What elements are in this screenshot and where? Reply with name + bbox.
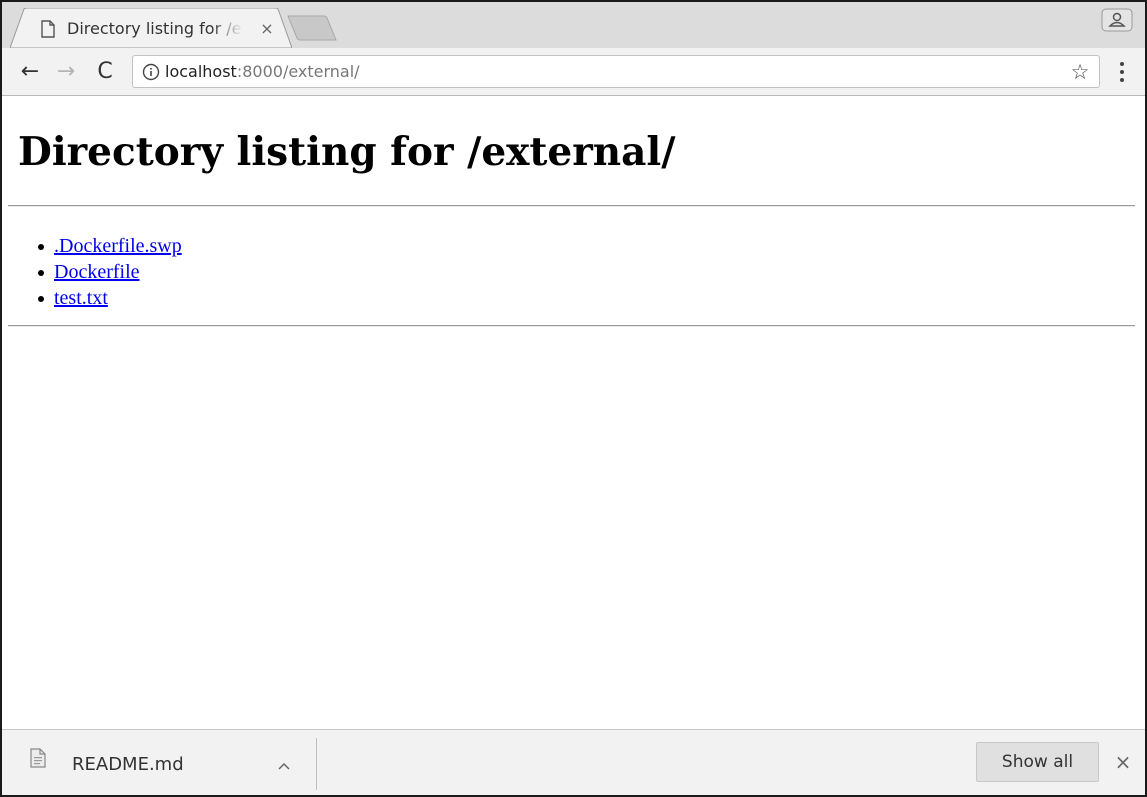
close-icon[interactable]: × — [1110, 748, 1136, 776]
divider — [316, 738, 317, 790]
profile-icon[interactable] — [1101, 8, 1133, 32]
info-icon[interactable] — [142, 63, 160, 81]
file-link[interactable]: .Dockerfile.swp — [54, 235, 182, 257]
menu-icon[interactable] — [1110, 58, 1134, 86]
download-item[interactable]: README.md — [20, 738, 316, 790]
url-path: :8000/external/ — [236, 62, 360, 81]
page-content: Directory listing for /external/ .Docker… — [2, 97, 1145, 729]
divider — [8, 325, 1135, 327]
tab-close-icon[interactable]: × — [257, 18, 277, 40]
url-text[interactable]: localhost:8000/external/ — [165, 61, 360, 83]
tab-strip: Directory listing for /external/ × — [2, 2, 1145, 48]
url-host: localhost — [165, 62, 237, 81]
file-list: .Dockerfile.swp Dockerfile test.txt — [38, 233, 182, 311]
browser-window: Directory listing for /external/ × ← → C… — [0, 0, 1147, 797]
file-link[interactable]: Dockerfile — [54, 261, 140, 283]
divider — [8, 205, 1135, 207]
tab-active[interactable]: Directory listing for /external/ × — [10, 8, 292, 48]
bookmark-star-icon[interactable]: ☆ — [1067, 59, 1093, 85]
page-title: Directory listing for /external/ — [18, 129, 676, 175]
list-item: test.txt — [38, 285, 182, 311]
page-icon — [41, 20, 55, 38]
new-tab-button[interactable] — [286, 15, 340, 41]
download-file-name: README.md — [72, 754, 184, 775]
list-item: .Dockerfile.swp — [38, 233, 182, 259]
forward-button[interactable]: → — [52, 58, 80, 86]
tab-title: Directory listing for /external/ — [67, 18, 243, 40]
address-bar[interactable]: localhost:8000/external/ ☆ — [132, 55, 1100, 88]
file-icon — [30, 748, 46, 768]
back-button[interactable]: ← — [16, 58, 44, 86]
list-item: Dockerfile — [38, 259, 182, 285]
download-bar: README.md Show all × — [2, 729, 1145, 795]
browser-toolbar: ← → C localhost:8000/external/ ☆ — [2, 48, 1145, 96]
chevron-up-icon[interactable] — [270, 754, 298, 778]
file-link[interactable]: test.txt — [54, 287, 108, 309]
reload-button[interactable]: C — [91, 58, 119, 86]
show-all-button[interactable]: Show all — [976, 742, 1099, 782]
